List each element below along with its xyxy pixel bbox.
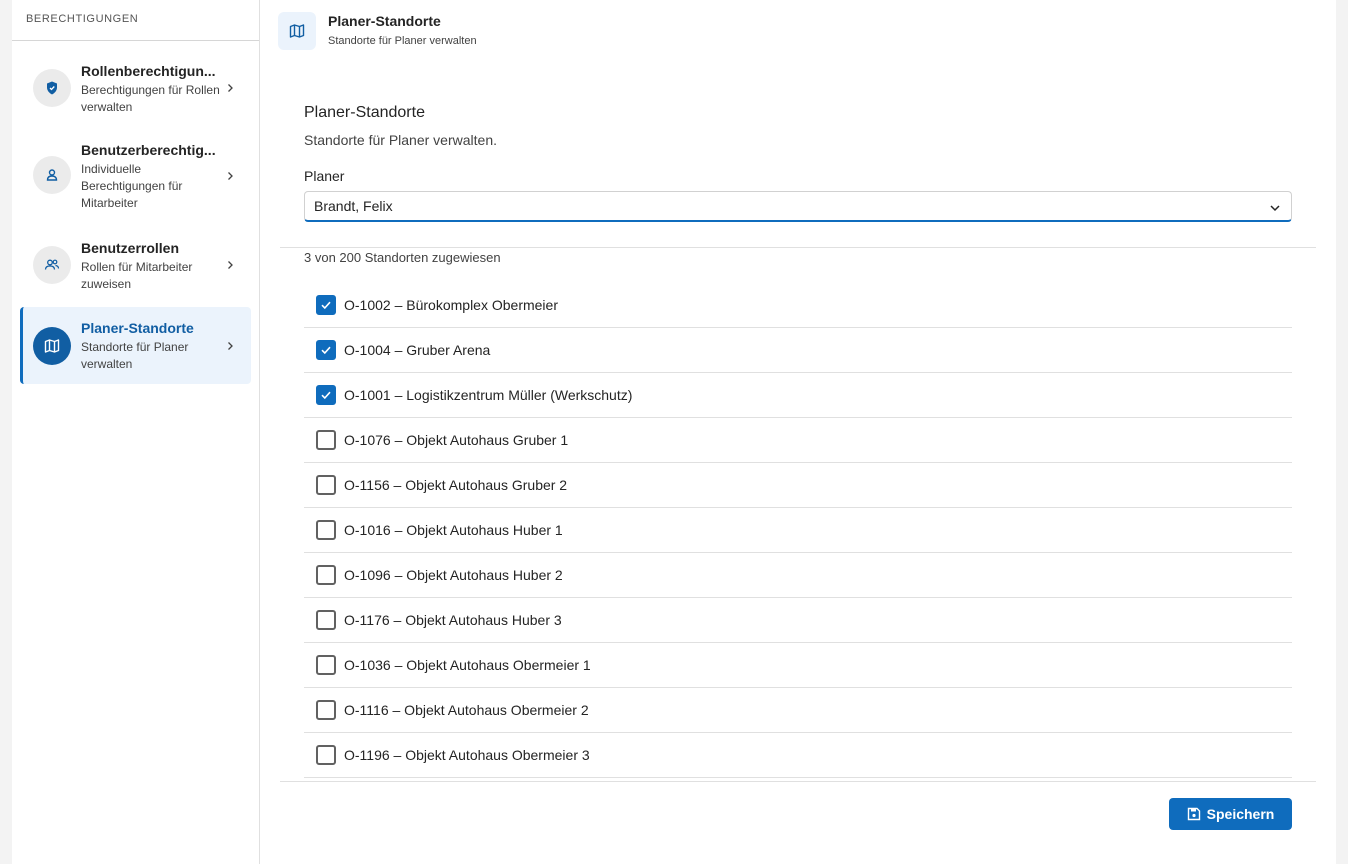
assignment-count: 3 von 200 Standorten zugewiesen — [304, 250, 501, 265]
list-item[interactable]: O-1036 – Objekt Autohaus Obermeier 1 — [304, 643, 1292, 688]
location-list[interactable]: O-1002 – Bürokomplex Obermeier O-1004 – G… — [304, 283, 1292, 778]
sidebar-item-text: Benutzerberechtig... Individuelle Berech… — [81, 141, 221, 212]
location-checkbox[interactable] — [316, 475, 336, 495]
sidebar-item-title: Benutzerrollen — [81, 240, 180, 256]
location-checkbox[interactable] — [316, 385, 336, 405]
page-title: Planer-Standorte — [328, 13, 441, 29]
location-label: O-1016 – Objekt Autohaus Huber 1 — [344, 522, 563, 538]
checkmark-icon — [321, 391, 331, 400]
location-checkbox[interactable] — [316, 340, 336, 360]
planer-dropdown[interactable]: Brandt, Felix — [304, 191, 1292, 222]
map-icon — [278, 12, 316, 50]
location-label: O-1036 – Objekt Autohaus Obermeier 1 — [344, 657, 591, 673]
location-checkbox[interactable] — [316, 295, 336, 315]
planer-label: Planer — [304, 168, 345, 184]
sidebar-item-desc: Individuelle Berechtigungen für Mitarbei… — [81, 162, 183, 210]
list-item[interactable]: O-1096 – Objekt Autohaus Huber 2 — [304, 553, 1292, 598]
list-item[interactable]: O-1076 – Objekt Autohaus Gruber 1 — [304, 418, 1292, 463]
location-checkbox[interactable] — [316, 700, 336, 720]
location-label: O-1156 – Objekt Autohaus Gruber 2 — [344, 477, 568, 493]
person-icon — [33, 156, 71, 194]
location-checkbox[interactable] — [316, 655, 336, 675]
save-button[interactable]: Speichern — [1169, 798, 1292, 830]
map-icon — [33, 327, 71, 365]
sidebar-item-planer-standorte[interactable]: Planer-Standorte Standorte für Planer ve… — [20, 307, 251, 384]
sidebar-item-text: Rollenberechtigun... Berechtigungen für … — [81, 62, 221, 116]
main-panel: Planer-Standorte Standorte für Planer ve… — [260, 0, 1336, 864]
checkmark-icon — [321, 346, 331, 355]
people-icon — [33, 246, 71, 284]
sidebar-item-title: Benutzerberechtig... — [81, 142, 216, 158]
location-checkbox[interactable] — [316, 610, 336, 630]
sidebar-item-desc: Berechtigungen für Rollen verwalten — [81, 83, 220, 114]
sidebar: BERECHTIGUNGEN Rollenberechtigun... Bere… — [12, 0, 260, 864]
save-button-label: Speichern — [1206, 806, 1275, 822]
list-item[interactable]: O-1001 – Logistikzentrum Müller (Werksch… — [304, 373, 1292, 418]
list-item[interactable]: O-1156 – Objekt Autohaus Gruber 2 — [304, 463, 1292, 508]
chevron-right-icon — [228, 172, 233, 180]
chevron-down-icon — [1270, 205, 1280, 212]
section-title: Planer-Standorte — [304, 104, 425, 121]
sidebar-item-benutzerrollen[interactable]: Benutzerrollen Rollen für Mitarbeiter zu… — [20, 228, 251, 300]
sidebar-item-desc: Rollen für Mitarbeiter zuweisen — [81, 260, 193, 291]
location-checkbox[interactable] — [316, 520, 336, 540]
location-label: O-1002 – Bürokomplex Obermeier — [344, 297, 558, 313]
save-icon — [1187, 807, 1200, 821]
planer-selected-value: Brandt, Felix — [314, 198, 393, 214]
location-label: O-1001 – Logistikzentrum Müller (Werksch… — [344, 387, 633, 403]
location-checkbox[interactable] — [316, 565, 336, 585]
sidebar-item-title: Rollenberechtigun... — [81, 63, 216, 79]
location-checkbox[interactable] — [316, 745, 336, 765]
location-checkbox[interactable] — [316, 430, 336, 450]
list-item[interactable]: O-1176 – Objekt Autohaus Huber 3 — [304, 598, 1292, 643]
app: BERECHTIGUNGEN Rollenberechtigun... Bere… — [0, 0, 1348, 864]
location-label: O-1116 – Objekt Autohaus Obermeier 2 — [344, 702, 589, 718]
chevron-right-icon — [228, 342, 233, 350]
sidebar-header: BERECHTIGUNGEN — [12, 0, 259, 41]
list-item[interactable]: O-1116 – Objekt Autohaus Obermeier 2 — [304, 688, 1292, 733]
list-item[interactable]: O-1002 – Bürokomplex Obermeier — [304, 283, 1292, 328]
sidebar-item-desc: Standorte für Planer verwalten — [81, 340, 189, 371]
list-item[interactable]: O-1004 – Gruber Arena — [304, 328, 1292, 373]
checkmark-icon — [321, 301, 331, 310]
location-label: O-1096 – Objekt Autohaus Huber 2 — [344, 567, 563, 583]
location-label: O-1076 – Objekt Autohaus Gruber 1 — [344, 432, 569, 448]
list-item[interactable]: O-1196 – Objekt Autohaus Obermeier 3 — [304, 733, 1292, 778]
sidebar-item-text: Planer-Standorte Standorte für Planer ve… — [81, 319, 221, 373]
location-label: O-1176 – Objekt Autohaus Huber 3 — [344, 612, 562, 628]
divider — [280, 247, 1316, 248]
chevron-right-icon — [228, 261, 233, 269]
location-label: O-1196 – Objekt Autohaus Obermeier 3 — [344, 747, 590, 763]
sidebar-item-rollenberechtigungen[interactable]: Rollenberechtigun... Berechtigungen für … — [20, 50, 251, 122]
section-description: Standorte für Planer verwalten. — [304, 132, 497, 148]
chevron-right-icon — [228, 84, 233, 92]
location-label: O-1004 – Gruber Arena — [344, 342, 491, 358]
page-subtitle: Standorte für Planer verwalten — [328, 35, 477, 47]
sidebar-item-benutzerberechtigungen[interactable]: Benutzerberechtig... Individuelle Berech… — [20, 130, 251, 220]
list-item[interactable]: O-1016 – Objekt Autohaus Huber 1 — [304, 508, 1292, 553]
sidebar-item-text: Benutzerrollen Rollen für Mitarbeiter zu… — [81, 239, 221, 293]
shield-icon — [33, 69, 71, 107]
divider — [280, 781, 1316, 782]
sidebar-item-title: Planer-Standorte — [81, 320, 194, 336]
